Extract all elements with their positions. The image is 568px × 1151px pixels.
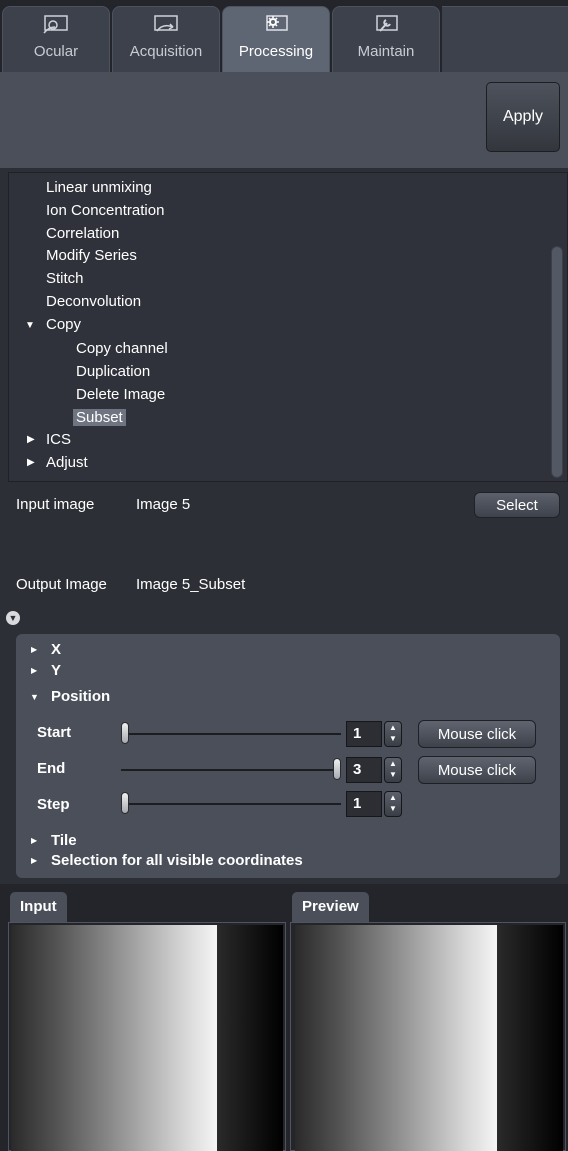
input-image-dark-band <box>217 925 283 1151</box>
start-value-field[interactable]: 1 <box>346 721 382 747</box>
tab-processing-label: Processing <box>238 43 314 60</box>
tab-bar-filler <box>442 6 568 72</box>
wrench-icon <box>376 15 398 32</box>
start-slider-handle[interactable] <box>121 722 129 744</box>
preview-image-dark-band <box>497 925 563 1151</box>
output-image-value: Image 5_Subset <box>136 576 246 593</box>
tree-item-duplication[interactable]: Duplication <box>76 363 150 380</box>
preview-pane-tab[interactable]: Preview <box>292 892 369 922</box>
tree-item-correlation[interactable]: Correlation <box>46 225 119 242</box>
input-image-view[interactable] <box>8 922 286 1151</box>
tree-item-delete-image[interactable]: Delete Image <box>76 386 165 403</box>
tab-acquisition-label: Acquisition <box>129 43 203 60</box>
tab-maintain-label: Maintain <box>357 43 415 60</box>
input-image-gradient <box>11 925 217 1151</box>
tree-item-ics[interactable]: ICS <box>46 431 71 448</box>
top-tab-bar: Ocular Acquisition Processing Maintain <box>0 0 568 72</box>
end-spin-buttons[interactable]: ▲ ▼ <box>384 757 402 783</box>
expand-arrow-selection-icon[interactable]: ▶ <box>31 856 37 865</box>
expand-arrow-tile-icon[interactable]: ▶ <box>31 836 37 845</box>
expand-arrow-copy-icon[interactable]: ▼ <box>25 320 35 331</box>
ocular-icon <box>43 15 68 34</box>
step-slider[interactable] <box>121 803 341 805</box>
end-mouse-click-button[interactable]: Mouse click <box>418 756 536 784</box>
tab-ocular-label: Ocular <box>33 43 79 60</box>
tree-item-deconvolution[interactable]: Deconvolution <box>46 293 141 310</box>
input-pane-tab[interactable]: Input <box>10 892 67 922</box>
tree-item-adjust[interactable]: Adjust <box>46 454 88 471</box>
end-label: End <box>37 760 66 777</box>
tab-maintain[interactable]: Maintain <box>332 6 440 72</box>
tab-acquisition[interactable]: Acquisition <box>112 6 220 72</box>
step-spin-buttons[interactable]: ▲ ▼ <box>384 791 402 817</box>
expand-arrow-y-icon[interactable]: ▶ <box>31 666 37 675</box>
preview-image-view[interactable] <box>290 922 566 1151</box>
section-tile[interactable]: Tile <box>51 832 77 849</box>
image-panes: Input Preview <box>0 884 568 1151</box>
expand-arrow-x-icon[interactable]: ▶ <box>31 645 37 654</box>
expand-arrow-ics-icon[interactable]: ▶ <box>27 434 35 445</box>
section-selection-all-coordinates[interactable]: Selection for all visible coordinates <box>51 852 303 869</box>
preview-image-gradient <box>295 925 497 1151</box>
expand-arrow-adjust-icon[interactable]: ▶ <box>27 457 35 468</box>
section-y[interactable]: Y <box>51 662 61 679</box>
start-spin-buttons[interactable]: ▲ ▼ <box>384 721 402 747</box>
tree-item-ion-concentration[interactable]: Ion Concentration <box>46 202 164 219</box>
tree-scrollbar[interactable] <box>551 176 563 478</box>
tree-item-linear-unmixing[interactable]: Linear unmixing <box>46 179 152 196</box>
section-x[interactable]: X <box>51 641 61 658</box>
acquisition-icon <box>154 15 178 32</box>
tab-ocular[interactable]: Ocular <box>2 6 110 72</box>
end-slider-handle[interactable] <box>333 758 341 780</box>
step-label: Step <box>37 796 70 813</box>
expand-arrow-position-icon[interactable]: ▼ <box>30 692 39 702</box>
input-image-label: Input image <box>16 496 95 513</box>
tree-item-copy[interactable]: Copy <box>46 316 81 333</box>
start-label: Start <box>37 724 72 741</box>
gear-icon <box>266 15 288 31</box>
input-image-value: Image 5 <box>136 496 191 513</box>
tree-item-copy-channel[interactable]: Copy channel <box>76 340 168 357</box>
start-slider[interactable] <box>121 733 341 735</box>
tab-processing[interactable]: Processing <box>222 6 330 72</box>
collapse-toggle-icon[interactable]: ▼ <box>6 611 20 625</box>
select-button[interactable]: Select <box>474 492 560 518</box>
tree-scrollbar-thumb[interactable] <box>551 246 563 478</box>
step-slider-handle[interactable] <box>121 792 129 814</box>
tree-item-modify-series[interactable]: Modify Series <box>46 247 137 264</box>
start-mouse-click-button[interactable]: Mouse click <box>418 720 536 748</box>
end-value-field[interactable]: 3 <box>346 757 382 783</box>
tree-item-stitch[interactable]: Stitch <box>46 270 84 287</box>
apply-panel: Apply <box>0 72 568 168</box>
step-value-field[interactable]: 1 <box>346 791 382 817</box>
output-image-label: Output Image <box>16 576 107 593</box>
apply-button[interactable]: Apply <box>486 82 560 152</box>
section-position[interactable]: Position <box>51 688 110 705</box>
tree-item-subset[interactable]: Subset <box>73 409 126 426</box>
end-slider[interactable] <box>121 769 341 771</box>
